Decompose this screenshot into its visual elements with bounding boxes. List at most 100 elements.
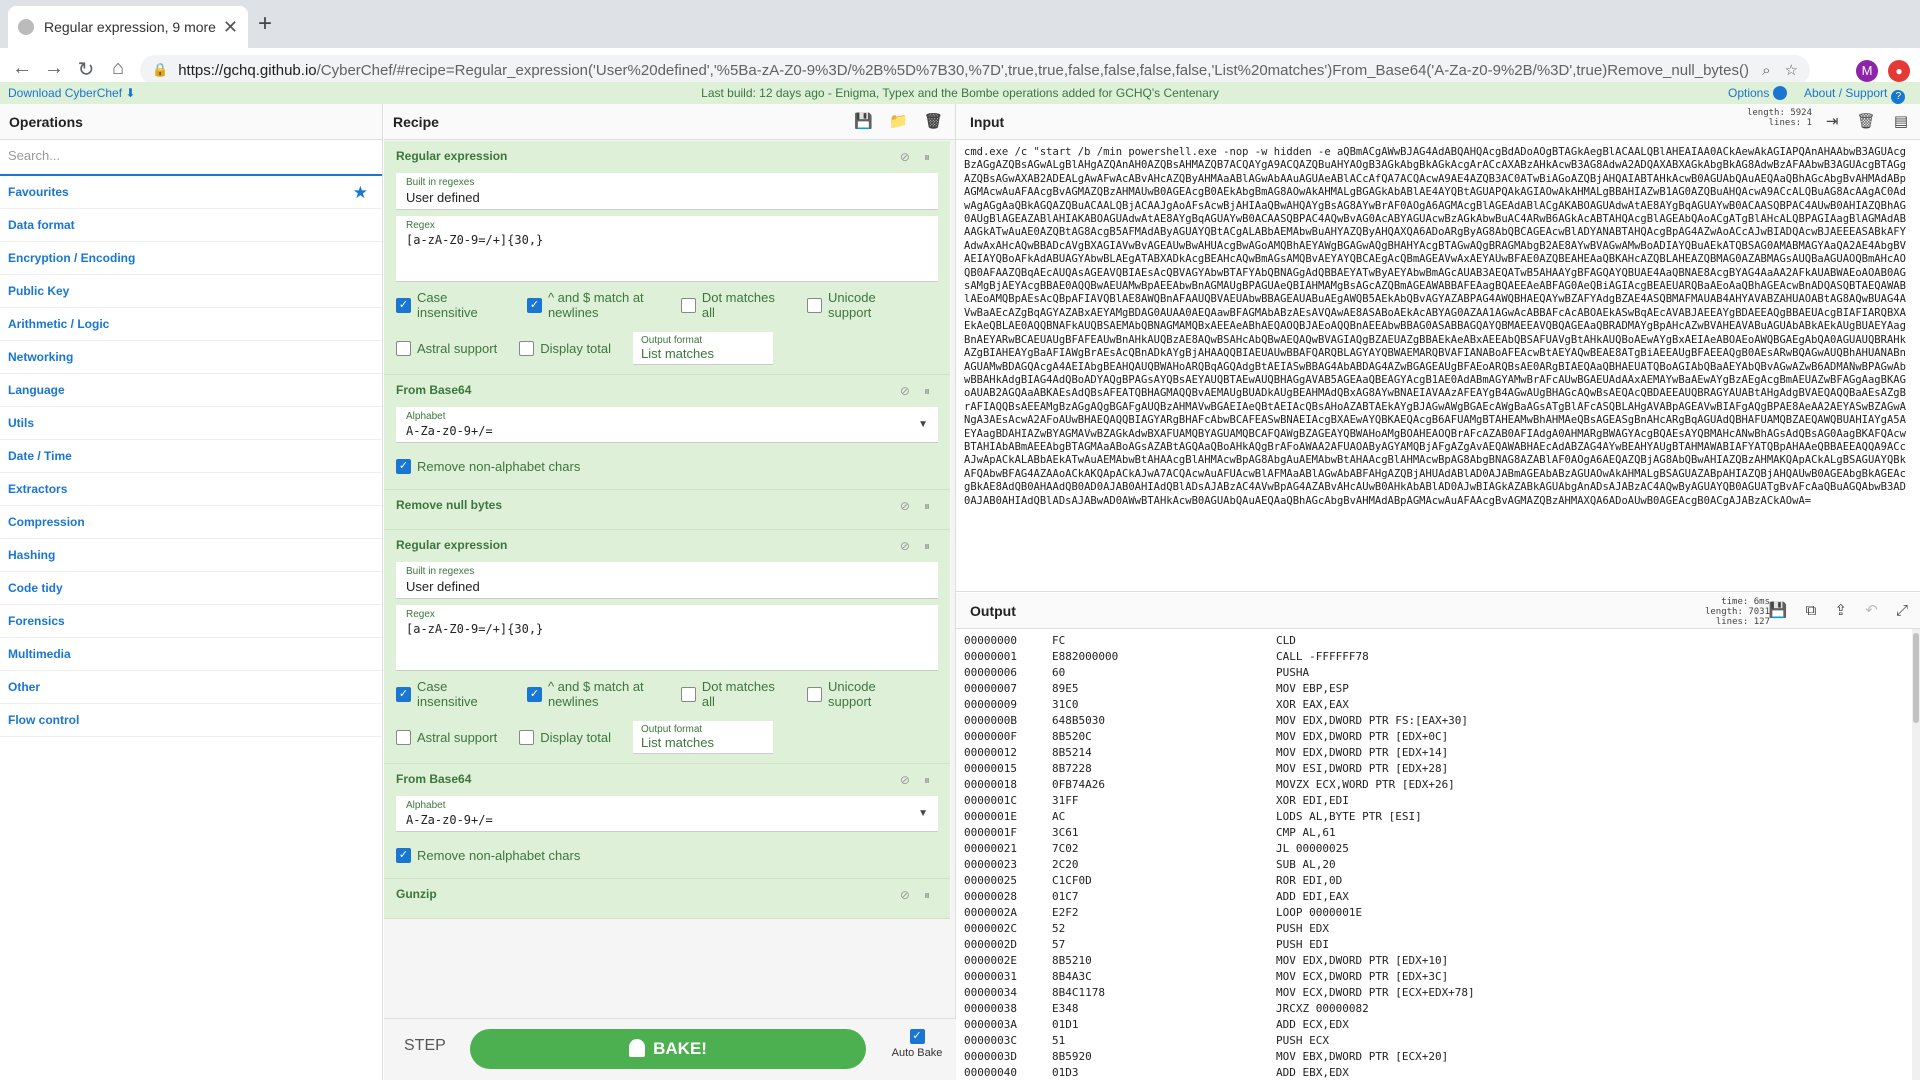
output-line: 0000003C 51 PUSH ECX (964, 1034, 1329, 1047)
remove-non-alphabet-checkbox[interactable]: ✓ Remove non-alphabet chars (396, 458, 580, 474)
operation-category-extractors[interactable]: Extractors (0, 473, 382, 506)
builtin-regex-select[interactable]: Built in regexes User defined (396, 562, 938, 599)
add-tab-icon[interactable]: ⇥ (1826, 113, 1839, 130)
download-link[interactable]: Download CyberChef ⬇ (8, 86, 135, 100)
browser-tabstrip: Regular expression, 9 more - C ✕ + (0, 0, 1920, 48)
replace-input-icon[interactable]: ⇪ (1834, 602, 1847, 619)
save-output-icon[interactable]: 💾 (1769, 602, 1788, 619)
output-line: 0000002E 8B5210 MOV EDX,DWORD PTR [EDX+10] (964, 954, 1449, 967)
output-line: 0000001C 31FF XOR EDI,EDI (964, 794, 1349, 807)
multiline-checkbox[interactable]: ✓ ^ and $ match at newlines (526, 679, 659, 709)
bookmark-star-icon[interactable]: ☆ (1785, 61, 1798, 79)
bake-button[interactable]: BAKE! (470, 1029, 866, 1069)
output-format-select[interactable]: Output format List matches (633, 331, 774, 365)
operation-category-flow-control[interactable]: Flow control (0, 704, 382, 737)
disable-op-icon[interactable]: ⊘ (900, 499, 910, 513)
home-icon[interactable]: ⌂ (106, 57, 130, 80)
disable-op-icon[interactable]: ⊘ (900, 539, 910, 553)
operation-category-date-time[interactable]: Date / Time (0, 440, 382, 473)
reload-icon[interactable]: ↻ (74, 57, 98, 82)
zoom-icon[interactable]: ⌕ (1762, 62, 1770, 79)
clear-input-icon[interactable]: 🗑 (1857, 113, 1876, 130)
copy-output-icon[interactable]: ⧉ (1806, 602, 1817, 619)
op-name: Regular expression (396, 538, 508, 552)
operation-category-data-format[interactable]: Data format (0, 209, 382, 242)
multiline-checkbox[interactable]: ✓ ^ and $ match at newlines (526, 290, 659, 320)
step-button[interactable]: STEP (404, 1037, 446, 1055)
disable-op-icon[interactable]: ⊘ (900, 384, 910, 398)
close-tab-icon[interactable]: ✕ (223, 17, 238, 38)
auto-bake-checkbox[interactable]: ✓ Auto Bake (882, 1029, 952, 1059)
address-bar[interactable]: 🔒 https://gchq.github.io/CyberChef/#reci… (140, 55, 1810, 85)
breakpoint-icon[interactable]: ⏸ (924, 539, 930, 553)
alphabet-select[interactable]: Alphabet A-Za-z0-9+/= ▼ (396, 796, 938, 832)
browser-tab[interactable]: Regular expression, 9 more - C ✕ (8, 6, 248, 48)
undo-icon[interactable]: ↶ (1865, 602, 1878, 619)
case-insensitive-checkbox[interactable]: ✓ Case insensitive (396, 679, 505, 709)
breakpoint-icon[interactable]: ⏸ (924, 150, 930, 164)
load-recipe-icon[interactable]: 📁 (889, 113, 908, 130)
operation-category-forensics[interactable]: Forensics (0, 605, 382, 638)
astral-checkbox[interactable]: Astral support (396, 729, 497, 745)
recipe-op-regex[interactable]: Regular expression ⊘ ⏸ Built in regexes U… (384, 530, 950, 764)
builtin-regex-select[interactable]: Built in regexes User defined (396, 173, 938, 210)
operation-category-arithmetic-logic[interactable]: Arithmetic / Logic (0, 308, 382, 341)
input-textarea[interactable]: cmd.exe /c "start /b /min powershell.exe… (956, 140, 1920, 590)
output-line: 0000002D 57 PUSH EDI (964, 938, 1329, 951)
operation-category-language[interactable]: Language (0, 374, 382, 407)
operation-category-compression[interactable]: Compression (0, 506, 382, 539)
new-tab-icon[interactable]: + (258, 10, 272, 38)
save-recipe-icon[interactable]: 💾 (854, 113, 873, 130)
dotall-checkbox[interactable]: Dot matches all (680, 679, 785, 709)
forward-icon[interactable]: → (42, 57, 66, 80)
clear-recipe-icon[interactable]: 🗑 (924, 113, 943, 130)
regex-input[interactable]: Regex [a-zA-Z0-9=/+]{30,} (396, 216, 938, 282)
operation-category-multimedia[interactable]: Multimedia (0, 638, 382, 671)
disable-op-icon[interactable]: ⊘ (900, 888, 910, 902)
display-total-checkbox[interactable]: Display total (519, 729, 611, 745)
breakpoint-icon[interactable]: ⏸ (924, 888, 930, 902)
recipe-op-gunzip[interactable]: Gunzip ⊘ ⏸ (384, 879, 950, 919)
back-icon[interactable]: ← (10, 57, 34, 80)
display-total-checkbox[interactable]: Display total (519, 340, 611, 356)
output-panel: Output time: 6ms length: 7031 lines: 127… (956, 593, 1920, 1080)
case-insensitive-checkbox[interactable]: ✓ Case insensitive (396, 290, 505, 320)
operation-category-favourites[interactable]: Favourites ★ (0, 176, 382, 209)
options-link[interactable]: Options (1728, 86, 1788, 100)
operation-category-utils[interactable]: Utils (0, 407, 382, 440)
output-format-select[interactable]: Output format List matches (633, 720, 774, 754)
operation-category-other[interactable]: Other (0, 671, 382, 704)
recipe-op-regex[interactable]: Regular expression ⊘ ⏸ Built in regexes U… (384, 141, 950, 375)
output-scrollbar[interactable] (1912, 629, 1920, 1080)
unicode-checkbox[interactable]: Unicode support (807, 679, 916, 709)
alphabet-select[interactable]: Alphabet A-Za-z0-9+/= ▼ (396, 407, 938, 443)
breakpoint-icon[interactable]: ⏸ (924, 773, 930, 787)
disable-op-icon[interactable]: ⊘ (900, 773, 910, 787)
operation-category-code-tidy[interactable]: Code tidy (0, 572, 382, 605)
output-line: 00000034 8B4C1178 MOV ECX,DWORD PTR [ECX+E… (964, 986, 1475, 999)
unicode-checkbox[interactable]: Unicode support (807, 290, 916, 320)
profile-avatar[interactable]: M (1856, 60, 1878, 82)
operations-search-input[interactable]: Search... (0, 140, 382, 176)
recipe-op-remove-null-bytes[interactable]: Remove null bytes ⊘ ⏸ (384, 490, 950, 530)
input-stats: length: 5924 lines: 1 (1746, 108, 1812, 128)
operation-category-encryption-encoding[interactable]: Encryption / Encoding (0, 242, 382, 275)
astral-checkbox[interactable]: Astral support (396, 340, 497, 356)
layout-icon[interactable]: ▤ (1894, 113, 1908, 130)
operation-category-public-key[interactable]: Public Key (0, 275, 382, 308)
maximise-icon[interactable]: ⤢ (1896, 602, 1908, 619)
recipe-op-from-base64[interactable]: From Base64 ⊘ ⏸ Alphabet A-Za-z0-9+/= ▼ ✓… (384, 375, 950, 490)
regex-input[interactable]: Regex [a-zA-Z0-9=/+]{30,} (396, 605, 938, 671)
disable-op-icon[interactable]: ⊘ (900, 150, 910, 164)
operation-category-networking[interactable]: Networking (0, 341, 382, 374)
remove-non-alphabet-checkbox[interactable]: ✓ Remove non-alphabet chars (396, 847, 580, 863)
breakpoint-icon[interactable]: ⏸ (924, 499, 930, 513)
breakpoint-icon[interactable]: ⏸ (924, 384, 930, 398)
operation-category-hashing[interactable]: Hashing (0, 539, 382, 572)
dotall-checkbox[interactable]: Dot matches all (680, 290, 785, 320)
extension-icon[interactable]: ● (1888, 60, 1910, 82)
output-text[interactable]: 00000000 FC CLD 00000001 E882000000 CALL -FFF… (956, 629, 1920, 1085)
about-link[interactable]: About / Support? (1804, 86, 1906, 104)
bake-bar: STEP BAKE! ✓ Auto Bake (384, 1018, 956, 1080)
recipe-op-from-base64[interactable]: From Base64 ⊘ ⏸ Alphabet A-Za-z0-9+/= ▼ ✓… (384, 764, 950, 879)
